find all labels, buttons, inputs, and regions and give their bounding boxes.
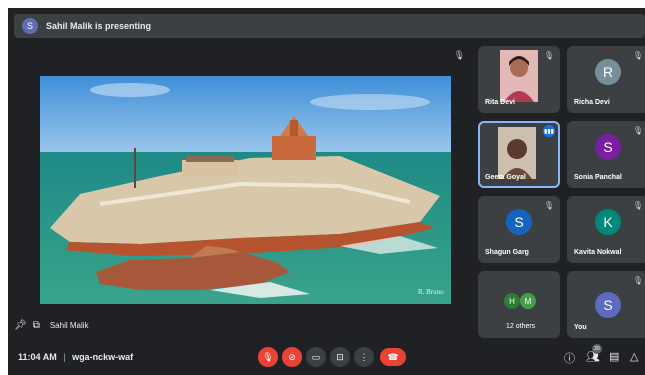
present-button[interactable]: ⊡ <box>330 347 350 367</box>
mic-off-icon: 🎙︎ <box>632 201 643 210</box>
avatar: M <box>520 293 536 309</box>
more-icon: ⋮ <box>359 351 369 362</box>
participant-photo <box>500 50 538 102</box>
participant-photo <box>498 127 536 179</box>
participant-name: Rita Devi <box>485 99 515 106</box>
participant-name: Richa Devi <box>574 99 610 106</box>
participant-tile[interactable]: 🎙︎ Rita Devi <box>478 46 560 113</box>
participant-name: Shagun Garg <box>485 249 529 256</box>
end-call-icon: ☎︎ <box>387 351 399 362</box>
pin-icon[interactable]: 📌︎ <box>14 320 27 331</box>
activities-icon[interactable]: △ <box>630 350 638 363</box>
participant-tile[interactable]: S 🎙︎ Sonia Panchal <box>567 121 645 188</box>
captions-icon: ▭ <box>311 351 321 362</box>
chat-icon[interactable]: ▤ <box>609 350 619 363</box>
participant-name: Kavita Nokwal <box>574 249 622 256</box>
mic-off-icon: 🎙︎ <box>543 51 554 60</box>
camera-toggle-button[interactable]: ⊘ <box>282 347 302 367</box>
avatar: H <box>504 293 520 309</box>
captions-button[interactable]: ▭ <box>306 347 326 367</box>
speaking-icon: ▮▮▮ <box>543 125 555 137</box>
present-icon: ⧉ <box>32 319 40 331</box>
participant-tile-speaking[interactable]: ▮▮▮ Geeta Goyal <box>478 121 560 188</box>
participant-tile[interactable]: R 🎙︎ Richa Devi <box>567 46 645 113</box>
camera-off-icon: ⊘ <box>288 351 296 362</box>
mic-off-icon: 🎙︎ <box>632 126 643 135</box>
bottom-bar: 11:04 AM | wga-nckw-waf 🎙︎ ⊘ ▭ ⊡ ⋮ ☎︎ ⓘ … <box>8 342 645 375</box>
others-tile[interactable]: H M 12 others <box>478 271 560 338</box>
island-picture: R. Bruno <box>40 76 451 304</box>
watermark-text: R. Bruno <box>418 288 444 296</box>
mic-off-icon: 🎙︎ <box>453 50 465 60</box>
present-icon: ⊡ <box>336 351 344 362</box>
self-tile[interactable]: S 🎙︎ You <box>567 271 645 338</box>
others-count: 12 others <box>506 323 536 330</box>
meet-window: S Sahil Malik is presenting 🎙︎ R. Bruno … <box>8 8 645 375</box>
more-options-button[interactable]: ⋮ <box>354 347 374 367</box>
avatar: S <box>506 209 532 235</box>
end-call-button[interactable]: ☎︎ <box>380 348 406 366</box>
mic-off-icon: 🎙︎ <box>632 276 643 285</box>
mic-off-icon: 🎙︎ <box>543 201 554 210</box>
mic-off-icon: 🎙︎ <box>632 51 643 60</box>
participant-name: Sonia Panchal <box>574 174 622 181</box>
presenter-name: Sahil Malik <box>49 320 89 330</box>
presenting-text: Sahil Malik is presenting <box>46 21 152 31</box>
meeting-time: 11:04 AM | wga-nckw-waf <box>18 352 134 362</box>
meeting-code: wga-nckw-waf <box>72 352 134 362</box>
participant-tile[interactable]: S 🎙︎ Shagun Garg <box>478 196 560 263</box>
presentation-image: R. Bruno <box>40 76 451 304</box>
presenting-banner: S Sahil Malik is presenting <box>14 14 645 38</box>
avatar: S <box>595 292 621 318</box>
avatar: S <box>595 134 621 160</box>
people-count-badge: 20 <box>592 344 602 354</box>
presenter-label: 📌︎ ⧉ Sahil Malik <box>14 316 314 334</box>
info-icon[interactable]: ⓘ <box>564 350 575 366</box>
presenter-avatar: S <box>22 18 38 34</box>
mic-off-icon: 🎙︎ <box>262 351 274 362</box>
avatar: R <box>595 59 621 85</box>
mic-toggle-button[interactable]: 🎙︎ <box>258 347 278 367</box>
avatar: K <box>595 209 621 235</box>
participant-name: Geeta Goyal <box>485 174 526 181</box>
participant-tile[interactable]: K 🎙︎ Kavita Nokwal <box>567 196 645 263</box>
presentation-tile[interactable]: 🎙︎ R. Bruno <box>14 46 473 314</box>
participant-name: You <box>574 324 587 331</box>
